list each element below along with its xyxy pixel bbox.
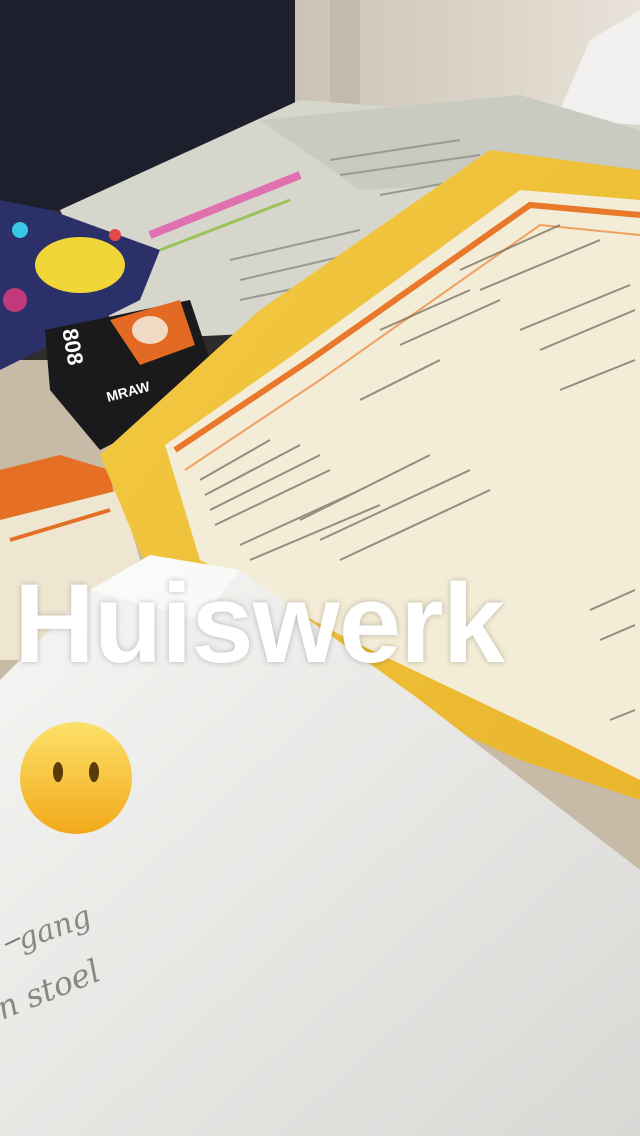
face-without-mouth-emoji — [20, 722, 132, 834]
caption-text: Huiswerk — [14, 561, 505, 686]
